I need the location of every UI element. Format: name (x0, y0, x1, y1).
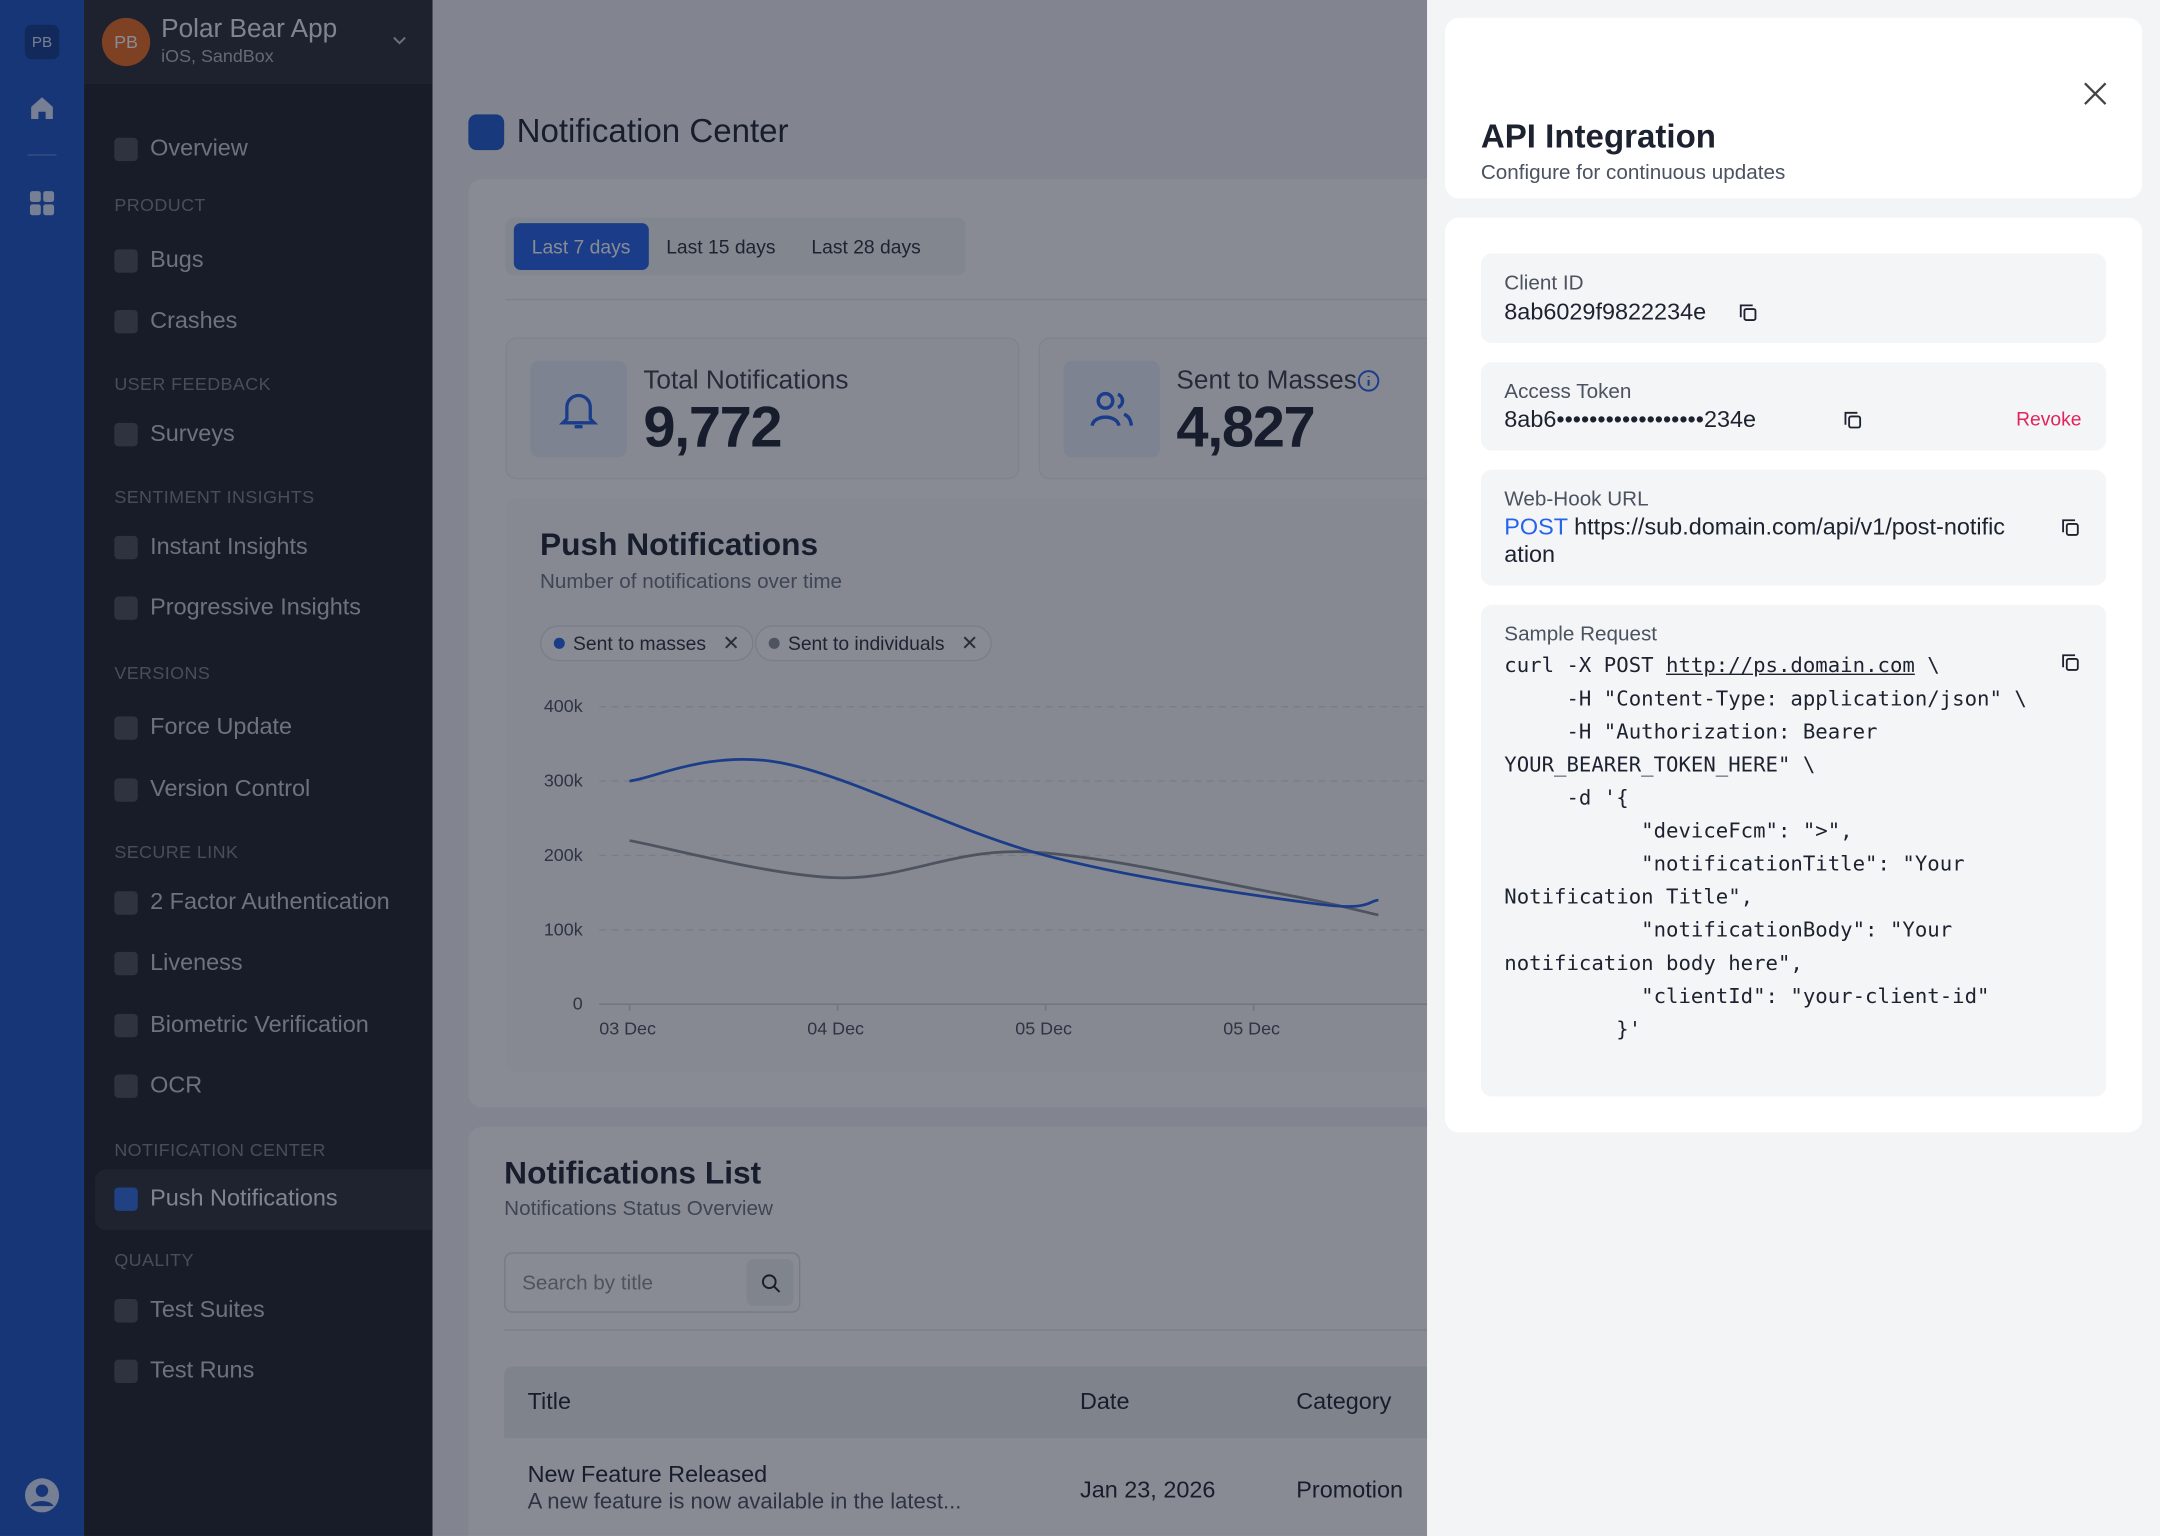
webhook-block: Web-Hook URL POST https://sub.domain.com… (1480, 469, 2107, 586)
webhook-url: POST https://sub.domain.com/api/v1/post-… (1504, 514, 2014, 569)
webhook-method: POST (1504, 513, 1568, 540)
webhook-label: Web-Hook URL (1504, 487, 1649, 512)
copy-icon[interactable] (2059, 517, 2081, 539)
webhook-url-text: https://sub.domain.com/api/v1/post-notif… (1504, 513, 2006, 568)
access-token-block: Access Token 8ab6••••••••••••••••••234e … (1480, 362, 2107, 451)
drawer-subtitle: Configure for continuous updates (1480, 161, 1786, 185)
client-id-block: Client ID 8ab6029f9822234e (1480, 253, 2107, 344)
sample-request-label: Sample Request (1504, 622, 1658, 647)
code-body: -H "Content-Type: application/json" \ -H… (1504, 686, 2027, 1042)
modal-backdrop[interactable] (0, 0, 1428, 1536)
drawer-title: API Integration (1480, 118, 1716, 156)
code-url[interactable]: http://ps.domain.com (1666, 653, 1915, 678)
sample-request-block: Sample Request curl -X POST http://ps.do… (1480, 604, 2107, 1097)
client-id-label: Client ID (1504, 271, 1584, 295)
code-command: curl -X POST (1504, 652, 1667, 678)
code-continuation: \ (1914, 652, 1940, 678)
drawer-body: Client ID 8ab6029f9822234e Access Token … (1445, 217, 2143, 1133)
drawer-header: API Integration Configure for continuous… (1445, 17, 2143, 199)
revoke-button[interactable]: Revoke (2016, 408, 2081, 430)
access-token-value: 8ab6••••••••••••••••••234e (1504, 406, 1757, 433)
access-token-label: Access Token (1504, 380, 1632, 404)
client-id-value: 8ab6029f9822234e (1504, 298, 1707, 326)
api-integration-drawer: API Integration Configure for continuous… (1427, 0, 2160, 1536)
sample-request-code: curl -X POST http://ps.domain.com \ -H "… (1504, 649, 2096, 1046)
copy-icon[interactable] (1842, 409, 1864, 431)
copy-icon[interactable] (1737, 302, 1759, 324)
close-icon[interactable] (2081, 80, 2109, 108)
